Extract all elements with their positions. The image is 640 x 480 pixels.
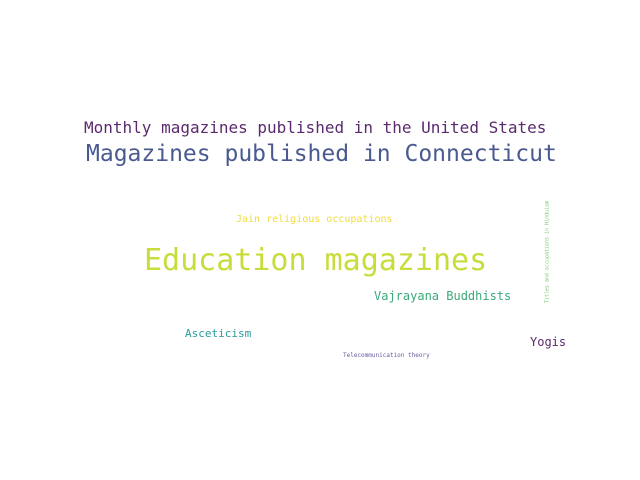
- word-telecommunication-theory: Telecommunication theory: [343, 352, 430, 359]
- word-jain-religious-occupations: Jain religious occupations: [236, 214, 393, 225]
- word-titles-occupations-hinduism: Titles and occupations in Hinduism: [544, 200, 551, 304]
- word-monthly-magazines-us: Monthly magazines published in the Unite…: [84, 118, 547, 137]
- word-asceticism: Asceticism: [185, 327, 252, 340]
- word-vajrayana-buddhists: Vajrayana Buddhists: [374, 289, 512, 303]
- word-magazines-connecticut: Magazines published in Connecticut: [86, 141, 557, 167]
- word-yogis: Yogis: [530, 335, 567, 349]
- word-cloud: Monthly magazines published in the Unite…: [0, 0, 640, 480]
- word-education-magazines: Education magazines: [144, 243, 488, 278]
